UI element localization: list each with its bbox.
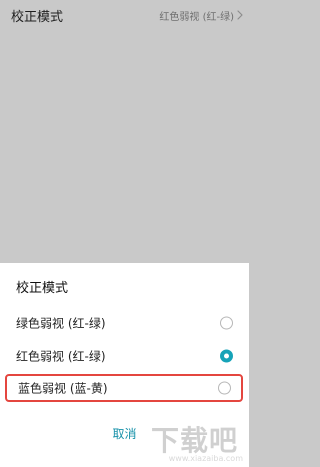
- cancel-button[interactable]: 取消: [0, 425, 249, 442]
- chevron-right-icon: [237, 10, 243, 20]
- correction-mode-value-group: 红色弱视 (红-绿): [159, 8, 243, 23]
- correction-mode-label: 校正模式: [11, 9, 64, 25]
- radio-blue-weakness[interactable]: [218, 381, 231, 395]
- radio-green-weakness[interactable]: [220, 316, 233, 330]
- correction-mode-value: 红色弱视 (红-绿): [159, 11, 234, 23]
- option-blue-weakness[interactable]: 蓝色弱视 (蓝-黄): [5, 374, 243, 402]
- dialog-title: 校正模式: [16, 281, 69, 296]
- dialog-scrim: [0, 30, 249, 263]
- correction-mode-setting-row[interactable]: 校正模式 红色弱视 (红-绿): [0, 0, 249, 30]
- option-green-weakness-label: 绿色弱视 (红-绿): [16, 316, 106, 331]
- option-red-weakness-label: 红色弱视 (红-绿): [16, 349, 106, 364]
- correction-mode-dialog: 校正模式 绿色弱视 (红-绿) 红色弱视 (红-绿) 蓝色弱视 (蓝-黄) 取消: [0, 263, 249, 467]
- radio-red-weakness[interactable]: [220, 349, 233, 363]
- option-blue-weakness-label: 蓝色弱视 (蓝-黄): [18, 381, 108, 396]
- option-red-weakness[interactable]: 红色弱视 (红-绿): [0, 342, 249, 370]
- option-green-weakness[interactable]: 绿色弱视 (红-绿): [0, 309, 249, 337]
